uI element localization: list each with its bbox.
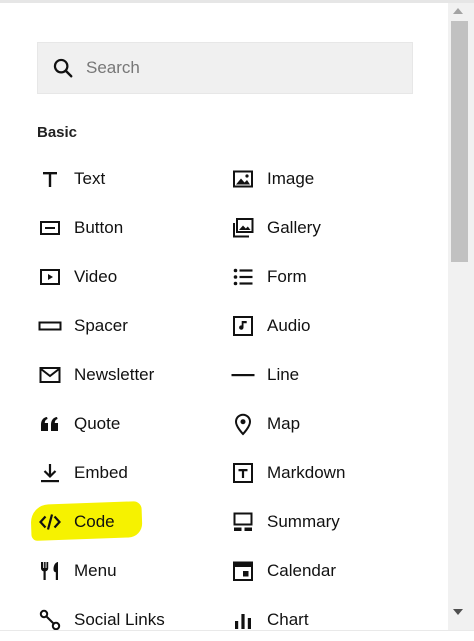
search-input[interactable]	[86, 43, 406, 93]
block-item-label: Audio	[267, 316, 311, 335]
spacer-icon	[37, 313, 63, 339]
block-item-code[interactable]: Code	[37, 504, 217, 540]
social-links-icon	[37, 607, 63, 630]
block-item-form[interactable]: Form	[230, 259, 410, 295]
block-item-label: Form	[267, 267, 307, 286]
block-item-embed[interactable]: Embed	[37, 455, 217, 491]
block-item-label: Gallery	[267, 218, 321, 237]
scroll-up-arrow-icon[interactable]	[453, 8, 463, 14]
block-item-button[interactable]: Button	[37, 210, 217, 246]
audio-icon	[230, 313, 256, 339]
block-item-label: Menu	[74, 561, 117, 580]
line-icon	[230, 362, 256, 388]
block-item-label: Newsletter	[74, 365, 155, 384]
block-item-text[interactable]: Text	[37, 161, 217, 197]
block-item-label: Quote	[74, 414, 121, 433]
block-item-label: Calendar	[267, 561, 336, 580]
block-item-label: Chart	[267, 610, 309, 629]
markdown-icon	[230, 460, 256, 486]
block-item-audio[interactable]: Audio	[230, 308, 410, 344]
gallery-icon	[230, 215, 256, 241]
block-item-label: Image	[267, 169, 315, 188]
block-item-menu[interactable]: Menu	[37, 553, 217, 589]
button-icon	[37, 215, 63, 241]
block-item-calendar[interactable]: Calendar	[230, 553, 410, 589]
mail-icon	[37, 362, 63, 388]
text-icon	[37, 166, 63, 192]
calendar-icon	[230, 558, 256, 584]
block-item-social-links[interactable]: Social Links	[37, 602, 217, 630]
block-item-line[interactable]: Line	[230, 357, 410, 393]
block-item-newsletter[interactable]: Newsletter	[37, 357, 217, 393]
block-item-spacer[interactable]: Spacer	[37, 308, 217, 344]
block-item-label: Markdown	[267, 463, 346, 482]
block-item-markdown[interactable]: Markdown	[230, 455, 410, 491]
scroll-down-arrow-icon[interactable]	[453, 609, 463, 615]
code-icon	[37, 509, 63, 535]
block-item-label: Summary	[267, 512, 340, 531]
section-title-basic: Basic	[37, 124, 78, 141]
search-icon	[52, 57, 74, 79]
block-item-label: Code	[74, 512, 115, 531]
block-item-label: Video	[74, 267, 118, 286]
block-item-label: Text	[74, 169, 106, 188]
block-item-quote[interactable]: Quote	[37, 406, 217, 442]
block-item-gallery[interactable]: Gallery	[230, 210, 410, 246]
block-item-label: Map	[267, 414, 301, 433]
block-item-label: Spacer	[74, 316, 128, 335]
block-item-map[interactable]: Map	[230, 406, 410, 442]
add-block-panel: Basic Text Button Video Spacer Newslette…	[0, 3, 448, 630]
embed-icon	[37, 460, 63, 486]
block-item-label: Button	[74, 218, 124, 237]
block-item-label: Embed	[74, 463, 128, 482]
quote-icon	[37, 411, 63, 437]
window-bottom-border	[0, 630, 474, 641]
chart-icon	[230, 607, 256, 630]
summary-icon	[230, 509, 256, 535]
map-pin-icon	[230, 411, 256, 437]
form-icon	[230, 264, 256, 290]
block-item-chart[interactable]: Chart	[230, 602, 410, 630]
video-icon	[37, 264, 63, 290]
menu-icon	[37, 558, 63, 584]
block-item-summary[interactable]: Summary	[230, 504, 410, 540]
block-item-label: Social Links	[74, 610, 165, 629]
search-box[interactable]	[37, 42, 413, 94]
scrollbar-thumb[interactable]	[451, 21, 468, 262]
block-item-video[interactable]: Video	[37, 259, 217, 295]
image-icon	[230, 166, 256, 192]
block-item-label: Line	[267, 365, 300, 384]
block-item-image[interactable]: Image	[230, 161, 410, 197]
